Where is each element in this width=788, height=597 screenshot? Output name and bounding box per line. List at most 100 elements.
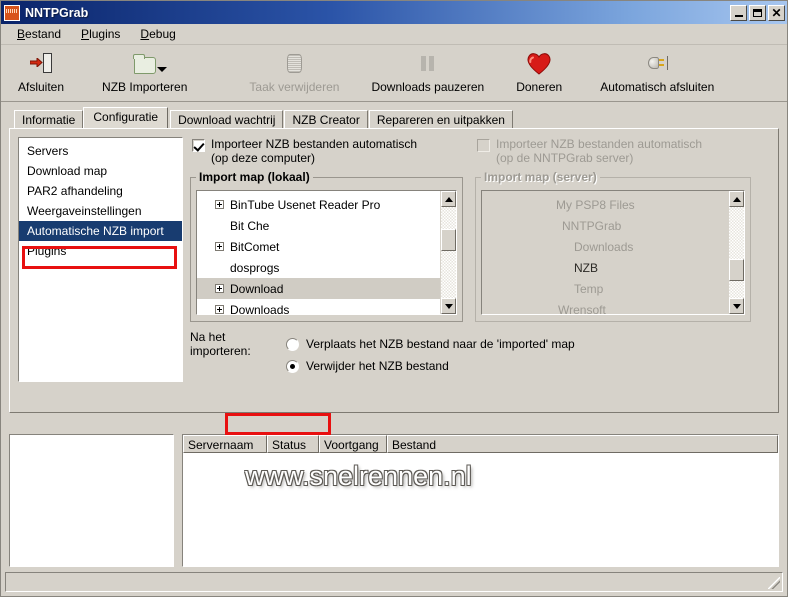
- sidebar-item-label: Weergaveinstellingen: [27, 204, 142, 218]
- tree-item-download-selected[interactable]: Download: [197, 278, 440, 299]
- configuration-content: Importeer NZB bestanden automatisch (op …: [183, 137, 770, 404]
- tab-informatie[interactable]: Informatie: [14, 110, 84, 128]
- expander-icon[interactable]: [215, 305, 224, 314]
- trash-icon: [286, 50, 302, 76]
- status-bar: [5, 572, 783, 592]
- maximize-button[interactable]: [749, 4, 766, 21]
- chevron-down-icon[interactable]: [157, 67, 167, 72]
- tree-item[interactable]: Bit Che: [197, 215, 440, 236]
- after-import-label: Na het importeren:: [190, 330, 251, 358]
- app-icon: [4, 4, 20, 21]
- sidebar-item-weergaveinstellingen[interactable]: Weergaveinstellingen: [19, 201, 182, 221]
- column-header-label: Voortgang: [324, 437, 379, 452]
- toolbar-label-nzb-importeren: NZB Importeren: [102, 80, 188, 94]
- sidebar-item-download-map[interactable]: Download map: [19, 161, 182, 181]
- toolbar-button-automatisch-afsluiten[interactable]: Automatisch afsluiten: [591, 50, 723, 94]
- configuration-category-list[interactable]: Servers Download map PAR2 afhandeling We…: [18, 137, 183, 382]
- minimize-button[interactable]: [730, 4, 747, 21]
- tab-download-wachtrij[interactable]: Download wachtrij: [170, 110, 284, 128]
- server-auto-import-row: Importeer NZB bestanden automatisch (op …: [475, 137, 751, 170]
- tree-item-label: Downloads: [230, 302, 290, 315]
- tree-item-label: BinTube Usenet Reader Pro: [230, 197, 381, 212]
- sidebar-item-servers[interactable]: Servers: [19, 141, 182, 161]
- window-controls: ✕: [730, 4, 785, 21]
- column-header-label: Bestand: [392, 437, 437, 452]
- scrollbar-thumb: [729, 259, 744, 281]
- tree-item-label: Temp: [574, 281, 604, 296]
- tab-nzb-creator-label: NZB Creator: [292, 113, 360, 127]
- after-import-radio-move[interactable]: [286, 337, 299, 351]
- local-auto-import-label-line1: Importeer NZB bestanden automatisch: [211, 137, 418, 151]
- menu-bestand[interactable]: BBestandestand: [7, 25, 71, 44]
- heart-icon: [526, 50, 552, 76]
- column-header-servernaam[interactable]: Servernaam: [183, 435, 267, 453]
- tree-item: NNTPGrab: [482, 215, 728, 236]
- sidebar-item-par2-afhandeling[interactable]: PAR2 afhandeling: [19, 181, 182, 201]
- sidebar-item-label: PAR2 afhandeling: [27, 184, 123, 198]
- after-import-option-delete-label: Verwijder het NZB bestand: [306, 359, 449, 373]
- scroll-down-icon[interactable]: [441, 298, 456, 314]
- tab-repareren-en-uitpakken[interactable]: Repareren en uitpakken: [368, 110, 513, 128]
- scroll-up-icon: [729, 191, 744, 207]
- after-import-row-2[interactable]: Verwijder het NZB bestand: [190, 355, 463, 377]
- scrollbar-track[interactable]: [441, 207, 456, 298]
- toolbar-button-doneren[interactable]: Doneren: [507, 50, 571, 94]
- column-header-voortgang[interactable]: Voortgang: [319, 435, 387, 453]
- after-import-row-1[interactable]: Na het importeren: Verplaats het NZB bes…: [190, 330, 575, 358]
- local-auto-import-checkbox[interactable]: [192, 139, 205, 152]
- bottom-left-list[interactable]: [9, 434, 174, 567]
- resize-grip[interactable]: [768, 577, 780, 589]
- tree-item[interactable]: dosprogs: [197, 257, 440, 278]
- scrollbar-track: [729, 207, 744, 298]
- tree-item: Wrensoft: [482, 299, 728, 315]
- toolbar-button-taak-verwijderen: Taak verwijderen: [240, 50, 348, 94]
- local-import-folder-title: Import map (lokaal): [199, 170, 310, 184]
- local-folder-tree[interactable]: BinTube Usenet Reader Pro Bit Che BitCom…: [196, 190, 457, 315]
- column-header-label: Servernaam: [188, 437, 254, 452]
- tab-download-wachtrij-label: Download wachtrij: [178, 113, 276, 127]
- column-header-status[interactable]: Status: [267, 435, 319, 453]
- local-auto-import-row[interactable]: Importeer NZB bestanden automatisch (op …: [190, 137, 463, 170]
- local-folder-tree-list[interactable]: BinTube Usenet Reader Pro Bit Che BitCom…: [197, 191, 440, 314]
- tree-item-label: Download: [230, 281, 284, 296]
- column-header-bestand[interactable]: Bestand: [387, 435, 778, 453]
- connections-table[interactable]: Servernaam Status Voortgang Bestand www.…: [182, 434, 779, 567]
- menu-bar: BBestandestand Plugins Debug: [1, 24, 787, 45]
- menu-plugins[interactable]: Plugins: [71, 25, 130, 44]
- tree-item: Downloads: [482, 236, 728, 257]
- tree-item-label: NZB: [574, 260, 598, 275]
- tree-item-label: BitComet: [230, 239, 280, 254]
- toolbar-button-downloads-pauzeren[interactable]: Downloads pauzeren: [362, 50, 493, 94]
- bottom-panels: Servernaam Status Voortgang Bestand www.…: [9, 434, 779, 567]
- sidebar-item-plugins[interactable]: Plugins: [19, 241, 182, 261]
- server-import-column: Importeer NZB bestanden automatisch (op …: [463, 137, 751, 404]
- expander-icon[interactable]: [215, 200, 224, 209]
- server-auto-import-label: Importeer NZB bestanden automatisch (op …: [496, 137, 702, 165]
- close-button[interactable]: ✕: [768, 4, 785, 21]
- expander-icon[interactable]: [215, 242, 224, 251]
- tree-item[interactable]: BitComet: [197, 236, 440, 257]
- after-import-radio-delete[interactable]: [286, 359, 299, 373]
- tree-item[interactable]: Downloads: [197, 299, 440, 314]
- toolbar-label-downloads-pauzeren: Downloads pauzeren: [371, 80, 485, 94]
- toolbar-button-nzb-importeren[interactable]: NZB Importeren: [93, 50, 196, 94]
- toolbar-label-automatisch-afsluiten: Automatisch afsluiten: [600, 80, 715, 94]
- local-tree-scrollbar[interactable]: [440, 191, 456, 314]
- table-header-row: Servernaam Status Voortgang Bestand: [183, 435, 778, 453]
- toolbar-button-afsluiten[interactable]: Afsluiten: [9, 50, 73, 94]
- annotation-box-download-folder: [225, 413, 331, 435]
- tab-configuratie[interactable]: Configuratie: [83, 107, 169, 128]
- tab-nzb-creator[interactable]: NZB Creator: [284, 110, 368, 128]
- scrollbar-thumb[interactable]: [441, 229, 456, 251]
- expander-icon[interactable]: [215, 284, 224, 293]
- tree-item-label: Downloads: [574, 239, 634, 254]
- menu-debug[interactable]: Debug: [130, 25, 185, 44]
- local-import-column: Importeer NZB bestanden automatisch (op …: [190, 137, 575, 404]
- server-auto-import-label-line2: (op de NNTPGrab server): [496, 151, 634, 165]
- scroll-up-icon[interactable]: [441, 191, 456, 207]
- configuration-page: Servers Download map PAR2 afhandeling We…: [9, 128, 779, 435]
- sidebar-item-automatische-nzb-import[interactable]: Automatische NZB import: [19, 221, 182, 241]
- tree-item-label: NNTPGrab: [562, 218, 622, 233]
- local-auto-import-label: Importeer NZB bestanden automatisch (op …: [211, 137, 417, 165]
- tree-item[interactable]: BinTube Usenet Reader Pro: [197, 194, 440, 215]
